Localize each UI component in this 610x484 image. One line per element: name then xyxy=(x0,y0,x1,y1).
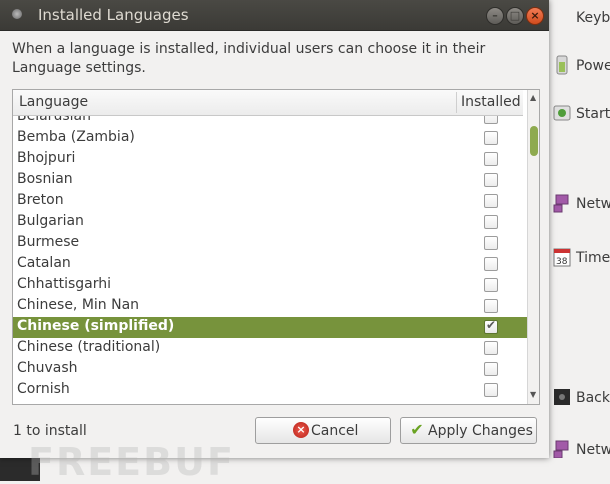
installed-checkbox[interactable] xyxy=(484,257,498,271)
installed-checkbox[interactable] xyxy=(484,299,498,313)
minimize-button[interactable]: – xyxy=(486,7,504,25)
language-row[interactable]: Chinese (traditional) xyxy=(13,338,527,359)
installed-languages-dialog: Installed Languages – □ × When a languag… xyxy=(0,0,549,458)
language-label: Bhojpuri xyxy=(17,150,76,166)
bg-item-label: Back xyxy=(576,390,610,406)
language-row[interactable]: Belarusian xyxy=(13,116,527,128)
bg-item-label: Keyb xyxy=(576,10,610,26)
list-header: Language Installed xyxy=(13,90,523,116)
installed-checkbox[interactable]: ✔ xyxy=(484,318,498,334)
installed-checkbox[interactable] xyxy=(484,236,498,250)
language-label: Cornish xyxy=(17,381,70,397)
scroll-up-icon[interactable]: ▲ xyxy=(530,93,536,102)
language-row[interactable]: Burmese xyxy=(13,233,527,254)
scroll-down-icon[interactable]: ▼ xyxy=(530,390,536,399)
watermark-logo: FREEBUF xyxy=(28,440,235,484)
language-row[interactable]: Chuvash xyxy=(13,359,527,380)
checkmark-icon: ✔ xyxy=(410,420,424,439)
installed-checkbox[interactable] xyxy=(484,383,498,397)
app-icon xyxy=(12,9,22,19)
bg-item-label: Start xyxy=(576,106,610,122)
installed-checkbox[interactable] xyxy=(484,152,498,166)
language-row[interactable]: Catalan xyxy=(13,254,527,275)
list-rows: Belarusian Bemba (Zambia) Bhojpuri Bosnian B… xyxy=(13,116,527,404)
language-label: Chuvash xyxy=(17,360,78,376)
install-status: 1 to install xyxy=(13,423,87,439)
apply-button-label: Apply Changes xyxy=(428,423,533,439)
cancel-icon: × xyxy=(293,422,309,438)
language-row[interactable]: Bulgarian xyxy=(13,212,527,233)
installed-checkbox[interactable] xyxy=(484,362,498,376)
language-label: Chinese (simplified) xyxy=(17,318,175,334)
language-row[interactable]: Bhojpuri xyxy=(13,149,527,170)
installed-checkbox[interactable] xyxy=(484,116,498,124)
minimize-icon: – xyxy=(492,9,498,22)
bg-item-power[interactable]: Powe xyxy=(548,48,610,88)
installed-checkbox[interactable] xyxy=(484,131,498,145)
checkmark-icon: ✔ xyxy=(486,318,497,332)
bg-item-startup[interactable]: Start xyxy=(548,96,610,136)
language-row[interactable]: Bemba (Zambia) xyxy=(13,128,527,149)
bg-item-network[interactable]: Netw xyxy=(548,186,610,226)
maximize-icon: □ xyxy=(509,9,521,22)
bg-item-time[interactable]: 38 Time xyxy=(548,240,610,280)
dialog-description: When a language is installed, individual… xyxy=(12,41,486,76)
startup-icon xyxy=(552,102,572,124)
language-row[interactable]: Bosnian xyxy=(13,170,527,191)
language-label: Bemba (Zambia) xyxy=(17,129,135,145)
power-icon xyxy=(552,54,572,76)
safe-icon xyxy=(552,386,572,408)
language-row[interactable]: Chinese, Min Nan xyxy=(13,296,527,317)
language-list[interactable]: Language Installed Belarusian Bemba (Zamb… xyxy=(12,89,540,405)
bg-item-backup[interactable]: Back xyxy=(548,380,610,420)
bg-item-label: Netw xyxy=(576,196,610,212)
cancel-button[interactable]: × Cancel xyxy=(255,417,391,444)
bg-item-keyboard[interactable]: Keyb xyxy=(548,2,610,42)
language-label: Belarusian xyxy=(17,116,91,124)
apply-changes-button[interactable]: ✔ Apply Changes xyxy=(400,417,537,444)
titlebar[interactable]: Installed Languages – □ × xyxy=(0,0,549,31)
language-label: Breton xyxy=(17,192,64,208)
cancel-button-label: Cancel xyxy=(311,423,359,439)
svg-text:38: 38 xyxy=(556,257,568,267)
language-label: Bosnian xyxy=(17,171,73,187)
bg-item-label: Netw xyxy=(576,442,610,458)
installed-checkbox[interactable] xyxy=(484,215,498,229)
language-label: Chinese (traditional) xyxy=(17,339,161,355)
language-row[interactable]: Cornish xyxy=(13,380,527,401)
language-row[interactable]: Chhattisgarhi xyxy=(13,275,527,296)
window-title: Installed Languages xyxy=(38,6,189,24)
installed-checkbox[interactable] xyxy=(484,341,498,355)
list-scrollbar[interactable]: ▲ ▼ xyxy=(527,90,539,404)
language-label: Bulgarian xyxy=(17,213,84,229)
background-settings-panel: Keyb Powe Start Netw 38 Time Back Netw xyxy=(548,0,610,481)
installed-checkbox[interactable] xyxy=(484,278,498,292)
language-row[interactable]: Breton xyxy=(13,191,527,212)
language-label: Burmese xyxy=(17,234,80,250)
bg-item-label: Powe xyxy=(576,58,610,74)
column-header-language[interactable]: Language xyxy=(19,94,88,110)
installed-checkbox[interactable] xyxy=(484,173,498,187)
maximize-button[interactable]: □ xyxy=(506,7,524,25)
language-label: Catalan xyxy=(17,255,71,271)
close-icon: × xyxy=(530,9,540,22)
language-row[interactable]: Chinese (simplified) ✔ xyxy=(13,317,527,338)
scrollbar-thumb[interactable] xyxy=(530,126,538,156)
calendar-icon: 38 xyxy=(552,246,572,268)
language-label: Chinese, Min Nan xyxy=(17,297,140,313)
column-divider xyxy=(456,92,457,113)
column-header-installed[interactable]: Installed xyxy=(461,94,521,110)
installed-checkbox[interactable] xyxy=(484,194,498,208)
language-label: Chhattisgarhi xyxy=(17,276,112,292)
network-icon xyxy=(552,438,572,460)
bg-item-label: Time xyxy=(576,250,610,266)
network-icon xyxy=(552,192,572,214)
close-button[interactable]: × xyxy=(526,7,544,25)
